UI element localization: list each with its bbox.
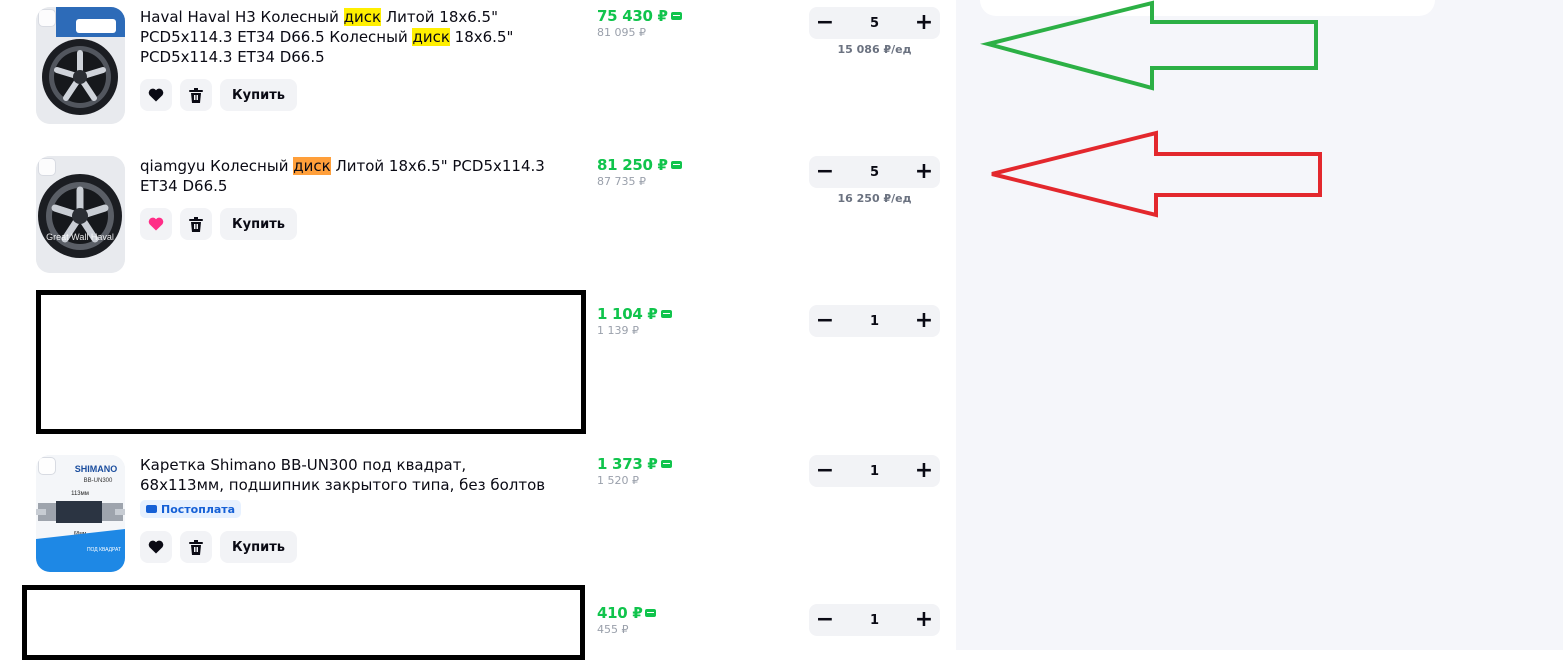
price-block: 410 ₽ 455 ₽ bbox=[597, 604, 657, 636]
buy-button[interactable]: Купить bbox=[220, 531, 297, 563]
order-summary-panel bbox=[956, 0, 1563, 650]
wallet-icon bbox=[146, 505, 157, 513]
old-price: 81 095 ₽ bbox=[597, 26, 646, 39]
badge-label: Постоплата bbox=[161, 502, 236, 516]
price: 75 430 ₽ bbox=[597, 7, 668, 25]
quantity-value[interactable]: 1 bbox=[870, 613, 879, 628]
quantity-stepper: − 1 + bbox=[809, 305, 940, 337]
product-title[interactable]: Haval Haval H3 Колесный диск Литой 18x6.… bbox=[140, 7, 550, 67]
select-checkbox[interactable] bbox=[38, 158, 56, 176]
decrease-quantity-button[interactable]: − bbox=[809, 7, 841, 39]
cart-item: SHIMANO BB-UN300 113мм 68мм ПОД КВАДРАТ … bbox=[36, 455, 946, 573]
wallet-icon bbox=[670, 12, 682, 20]
image-model: BB-UN300 bbox=[84, 478, 113, 484]
increase-quantity-button[interactable]: + bbox=[908, 455, 940, 487]
item-actions: Купить bbox=[140, 208, 297, 240]
item-actions: Купить bbox=[140, 531, 297, 563]
item-actions: Купить bbox=[140, 79, 297, 111]
product-image[interactable]: SHIMANO BB-UN300 113мм 68мм ПОД КВАДРАТ bbox=[36, 455, 125, 572]
price-block: 1 373 ₽ 1 520 ₽ bbox=[597, 455, 672, 487]
image-brand: SHIMANO bbox=[75, 464, 118, 474]
product-image[interactable] bbox=[36, 7, 125, 124]
postpay-badge: Постоплата bbox=[140, 500, 242, 518]
decrease-quantity-button[interactable]: − bbox=[809, 604, 841, 636]
buy-button[interactable]: Купить bbox=[220, 79, 297, 111]
product-title[interactable]: Каретка Shimano BB-UN300 под квадрат, 68… bbox=[140, 455, 550, 495]
image-length: 113мм bbox=[71, 491, 89, 497]
delete-button[interactable] bbox=[180, 79, 212, 111]
heart-icon bbox=[148, 217, 164, 231]
cart-item: 1 104 ₽ 1 139 ₽ − 1 + bbox=[36, 305, 946, 345]
quantity-value[interactable]: 5 bbox=[870, 165, 879, 180]
quantity-value[interactable]: 1 bbox=[870, 464, 879, 479]
decrease-quantity-button[interactable]: − bbox=[809, 455, 841, 487]
buy-button[interactable]: Купить bbox=[220, 208, 297, 240]
heart-icon bbox=[148, 540, 164, 554]
price: 1 373 ₽ bbox=[597, 455, 658, 473]
quantity-stepper: − 5 + bbox=[809, 156, 940, 188]
delete-button[interactable] bbox=[180, 531, 212, 563]
quantity-stepper: − 1 + bbox=[809, 604, 940, 636]
cart-item: Great Wall Haval qiamgyu Колесный диск Л… bbox=[36, 156, 946, 274]
summary-card bbox=[980, 0, 1435, 16]
trash-icon bbox=[189, 87, 203, 103]
image-caption: Great Wall Haval bbox=[46, 232, 114, 242]
price-block: 1 104 ₽ 1 139 ₽ bbox=[597, 305, 672, 337]
price: 81 250 ₽ bbox=[597, 156, 668, 174]
trash-icon bbox=[189, 216, 203, 232]
decrease-quantity-button[interactable]: − bbox=[809, 156, 841, 188]
select-checkbox[interactable] bbox=[38, 9, 56, 27]
favorite-button[interactable] bbox=[140, 208, 172, 240]
image-caption: ПОД КВАДРАТ bbox=[87, 547, 121, 553]
product-title[interactable]: qiamgyu Колесный диск Литой 18x6.5" PCD5… bbox=[140, 156, 550, 196]
wallet-icon bbox=[645, 609, 657, 617]
price-block: 75 430 ₽ 81 095 ₽ bbox=[597, 7, 682, 39]
wallet-icon bbox=[660, 460, 672, 468]
price: 410 ₽ bbox=[597, 604, 643, 622]
unit-price: 15 086 ₽/ед bbox=[837, 43, 912, 56]
cart-item: 410 ₽ 455 ₽ − 1 + bbox=[36, 604, 946, 644]
price-block: 81 250 ₽ 87 735 ₽ bbox=[597, 156, 682, 188]
heart-icon bbox=[148, 88, 164, 102]
select-checkbox[interactable] bbox=[38, 457, 56, 475]
quantity-value[interactable]: 1 bbox=[870, 314, 879, 329]
price: 1 104 ₽ bbox=[597, 305, 658, 323]
old-price: 87 735 ₽ bbox=[597, 175, 646, 188]
quantity-stepper: − 1 + bbox=[809, 455, 940, 487]
increase-quantity-button[interactable]: + bbox=[908, 604, 940, 636]
trash-icon bbox=[189, 539, 203, 555]
increase-quantity-button[interactable]: + bbox=[908, 305, 940, 337]
quantity-value[interactable]: 5 bbox=[870, 16, 879, 31]
quantity-stepper: − 5 + bbox=[809, 7, 940, 39]
favorite-button[interactable] bbox=[140, 531, 172, 563]
favorite-button[interactable] bbox=[140, 79, 172, 111]
delete-button[interactable] bbox=[180, 208, 212, 240]
old-price: 1 139 ₽ bbox=[597, 324, 639, 337]
wallet-icon bbox=[670, 161, 682, 169]
increase-quantity-button[interactable]: + bbox=[908, 156, 940, 188]
cart-item: Haval Haval H3 Колесный диск Литой 18x6.… bbox=[36, 7, 946, 127]
unit-price: 16 250 ₽/ед bbox=[837, 192, 912, 205]
decrease-quantity-button[interactable]: − bbox=[809, 305, 841, 337]
product-image[interactable]: Great Wall Haval bbox=[36, 156, 125, 273]
increase-quantity-button[interactable]: + bbox=[908, 7, 940, 39]
wallet-icon bbox=[660, 310, 672, 318]
old-price: 455 ₽ bbox=[597, 623, 629, 636]
old-price: 1 520 ₽ bbox=[597, 474, 639, 487]
